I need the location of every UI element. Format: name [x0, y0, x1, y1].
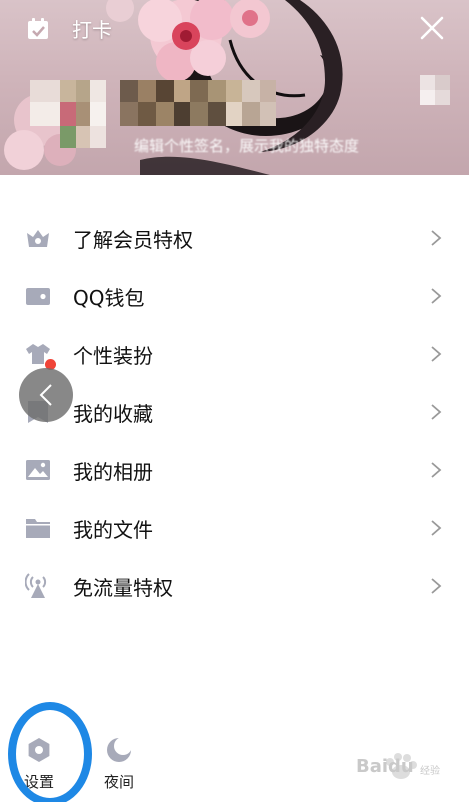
chevron-right-icon — [430, 519, 442, 537]
annotation-highlight-ring — [8, 702, 92, 802]
menu-item-files[interactable]: 我的文件 — [0, 498, 469, 556]
folder-icon — [25, 515, 51, 541]
floating-back-button[interactable] — [19, 368, 73, 422]
chevron-right-icon — [430, 577, 442, 595]
chevron-left-icon — [39, 384, 52, 406]
signal-tower-icon — [25, 573, 51, 599]
menu-item-label: 免流量特权 — [73, 576, 173, 600]
menu-list: 了解会员特权 QQ钱包 个性装扮 我的收藏 我的相册 我的文件 免流量特权 — [0, 208, 469, 614]
close-button[interactable] — [419, 15, 445, 41]
menu-item-wallet[interactable]: QQ钱包 — [0, 266, 469, 324]
checkin-button[interactable]: 打卡 — [26, 14, 112, 43]
watermark-subtext: 经验 — [420, 766, 440, 777]
menu-item-label: 个性装扮 — [73, 344, 153, 368]
menu-item-album[interactable]: 我的相册 — [0, 440, 469, 498]
crown-icon — [25, 225, 51, 251]
close-icon — [420, 16, 444, 40]
menu-item-label: 我的收藏 — [73, 402, 153, 426]
profile-header[interactable]: 打卡 编辑个性签名，展示我的独特态度 — [0, 0, 469, 175]
night-mode-button[interactable]: 夜间 — [98, 736, 140, 792]
photo-icon — [25, 457, 51, 483]
menu-item-label: 我的相册 — [73, 460, 153, 484]
chevron-right-icon — [430, 287, 442, 305]
chevron-right-icon — [430, 461, 442, 479]
menu-item-personalization[interactable]: 个性装扮 — [0, 324, 469, 382]
chevron-right-icon — [430, 229, 442, 247]
signature-text[interactable]: 编辑个性签名，展示我的独特态度 — [134, 135, 359, 156]
checkin-label: 打卡 — [72, 18, 112, 42]
menu-item-membership[interactable]: 了解会员特权 — [0, 208, 469, 266]
menu-item-label: 我的文件 — [73, 518, 153, 542]
calendar-check-icon — [28, 17, 48, 39]
menu-item-label: 了解会员特权 — [73, 228, 193, 252]
moon-icon — [107, 737, 132, 762]
blurred-level-mosaic — [420, 75, 450, 105]
wallet-icon — [25, 283, 51, 309]
night-mode-label: 夜间 — [103, 773, 134, 791]
chevron-right-icon — [430, 403, 442, 421]
menu-item-label: QQ钱包 — [73, 286, 145, 310]
chevron-right-icon — [430, 345, 442, 363]
watermark-text: Baidu — [356, 756, 414, 777]
menu-item-free-data[interactable]: 免流量特权 — [0, 556, 469, 614]
